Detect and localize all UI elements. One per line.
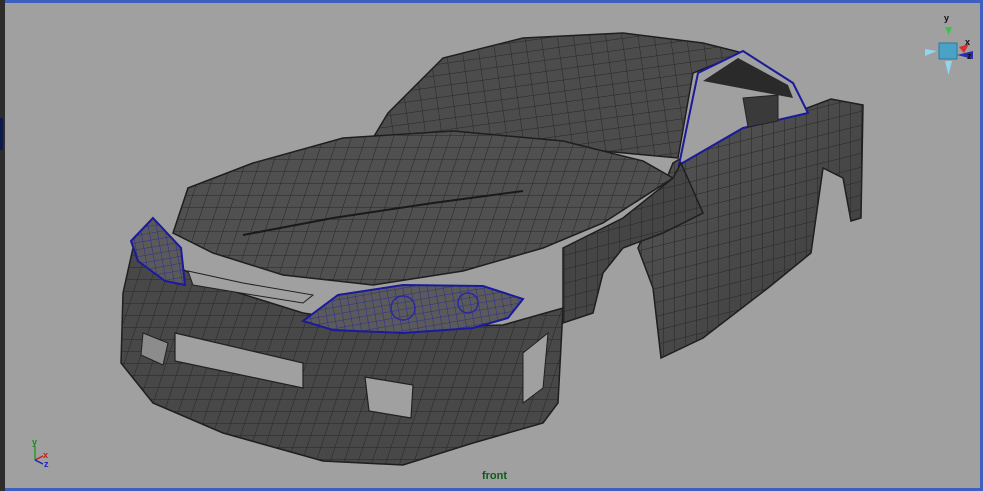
view-cube-face-icon[interactable] [938, 42, 958, 60]
y-axis-cone-icon[interactable] [945, 27, 952, 35]
car-body-model[interactable] [3, 3, 983, 491]
panel-edge [0, 0, 5, 491]
view-cube-x-label: x [965, 37, 970, 47]
x-neg-cone-icon[interactable] [925, 49, 937, 56]
z-axis-line [34, 459, 44, 465]
view-cube-gizmo[interactable]: y x z [917, 9, 977, 84]
world-axis-indicator: y x z [32, 437, 49, 468]
axis-y-label: y [32, 437, 37, 447]
x-axis-line [34, 455, 44, 461]
view-cube-z-label: z [967, 51, 972, 61]
camera-name-label: front [481, 470, 508, 482]
panel-edge-marker [0, 118, 3, 150]
3d-viewport-panel[interactable]: front y x z y x z [0, 0, 983, 491]
axis-z-label: z [44, 459, 49, 468]
view-cube-y-label: y [944, 13, 949, 23]
y-neg-cone-icon[interactable] [945, 61, 952, 75]
